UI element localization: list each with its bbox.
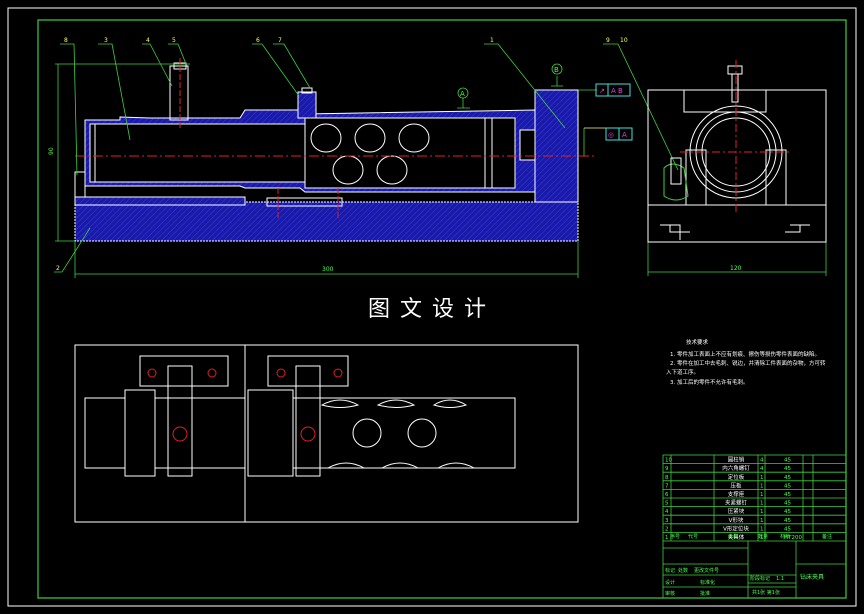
part-no: 5	[665, 501, 669, 507]
balloon-2: 2	[56, 265, 60, 272]
part-name: 夹紧螺钉	[725, 499, 748, 507]
part-no: 2	[665, 526, 669, 532]
balloon-4: 4	[146, 37, 150, 44]
tech-req-line: 1. 零件加工表面上不应有划痕、擦伤等损伤零件表面的缺陷。	[670, 350, 820, 358]
part-name: V形定位块	[723, 524, 749, 532]
part-mat: 45	[784, 483, 791, 489]
part-no: 7	[665, 483, 669, 489]
part-qty: 1	[760, 501, 764, 507]
parts-row: 5 夹紧螺钉 1 45	[665, 499, 791, 507]
cad-drawing: 8 3 4 5 6 7 1 9 10 2 A B 90 300 120 ↗ A …	[7, 7, 857, 607]
label-change-doc: 更改文件号	[694, 567, 719, 574]
parts-row: 8 定位板 1 45	[665, 473, 791, 481]
concentricity-symbol: ◎	[608, 131, 614, 139]
part-qty: 1	[760, 475, 764, 481]
technical-requirements: 技术要求 1. 零件加工表面上不应有划痕、擦伤等损伤零件表面的缺陷。 2. 零件…	[666, 338, 826, 386]
part-name: V形块	[729, 516, 744, 524]
part-mat: 45	[784, 501, 791, 507]
part-no: 9	[665, 466, 669, 472]
sheet-info: 共1张 第1张	[752, 589, 780, 596]
scale-value: 1:1	[776, 576, 784, 582]
tech-req-heading: 技术要求	[686, 338, 709, 346]
part-mat: 45	[784, 466, 791, 472]
label-stage: 阶段标记	[750, 575, 770, 582]
part-no: 8	[665, 475, 669, 481]
dim-length: 300	[322, 266, 334, 273]
part-no: 10	[665, 458, 672, 464]
drawing-title: 图文设计	[368, 297, 496, 322]
part-mat: 45	[784, 509, 791, 515]
part-qty: 1	[760, 526, 764, 532]
label-design: 设计	[665, 579, 675, 586]
part-mat: 45	[784, 492, 791, 498]
balloon-8: 8	[64, 37, 68, 44]
part-name: 压紧块	[728, 507, 745, 515]
tech-req-line: 3. 加工后的零件不允许有毛刺。	[670, 378, 749, 386]
tech-req-line: 入下道工序。	[666, 368, 699, 376]
part-no: 4	[665, 509, 669, 515]
parts-row: 2 V形定位块 1 45	[665, 524, 791, 532]
tech-req-line: 2. 零件在加工中去毛刺、锐边，并清除工件表面的杂物，方可转	[670, 359, 826, 367]
runout-datum: A B	[611, 87, 623, 95]
balloon-6: 6	[256, 37, 260, 44]
dim-side-width: 120	[730, 265, 742, 272]
part-no: 6	[665, 492, 669, 498]
datum-a: A	[460, 90, 465, 98]
balloon-1: 1	[490, 37, 494, 44]
part-qty: 1	[760, 509, 764, 515]
side-view	[647, 60, 827, 243]
drawing-name: 钻床夹具	[800, 573, 824, 581]
parts-row: 9 内六角螺钉 4 45	[665, 464, 791, 472]
part-qty: 4	[760, 458, 764, 464]
parts-row: 3 V形块 1 45	[665, 516, 791, 524]
part-name: 定位板	[728, 473, 745, 481]
part-no: 3	[665, 518, 669, 524]
parts-row: 10 圆柱销 4 45	[665, 456, 791, 464]
part-name: 圆柱销	[728, 456, 745, 464]
datum-b: B	[554, 66, 559, 74]
front-view	[74, 58, 595, 242]
part-qty: 1	[760, 483, 764, 489]
header-qty: 数量	[758, 533, 768, 540]
parts-row: 7 压板 1 45	[665, 481, 791, 489]
part-qty: 1	[760, 492, 764, 498]
part-mat: 45	[784, 518, 791, 524]
parts-row: 6 支撑座 1 45	[665, 490, 791, 498]
top-view	[74, 344, 579, 523]
header-no: 序号	[670, 533, 680, 540]
part-mat: 45	[784, 526, 791, 532]
title-block-text: 序号 代号 名称 数量 材料 备注 标记 处数 更改文件号 设计 标准化 审核 …	[665, 533, 832, 597]
dim-height: 90	[48, 147, 55, 155]
balloon-7: 7	[278, 37, 282, 44]
label-mark: 标记	[665, 567, 675, 574]
header-code: 代号	[688, 533, 698, 540]
parts-row: 4 压紧块 1 45	[665, 507, 791, 515]
part-mat: 45	[784, 458, 791, 464]
part-name: 内六角螺钉	[722, 464, 750, 472]
label-approve: 批准	[700, 590, 710, 597]
label-count: 处数	[678, 567, 688, 574]
balloon-9: 9	[606, 37, 610, 44]
balloon-10: 10	[620, 37, 628, 44]
label-standard: 标准化	[700, 579, 715, 586]
part-name: 支撑座	[728, 490, 745, 498]
concentricity-datum: A	[622, 131, 627, 139]
header-material: 材料	[780, 533, 790, 540]
runout-symbol: ↗	[599, 87, 605, 95]
part-qty: 4	[760, 466, 764, 472]
header-name: 名称	[728, 533, 738, 540]
label-review: 审核	[665, 590, 675, 597]
part-name: 压板	[730, 481, 742, 489]
part-qty: 1	[760, 518, 764, 524]
part-mat: 45	[784, 475, 791, 481]
balloon-3: 3	[104, 37, 108, 44]
balloon-5: 5	[172, 37, 176, 44]
header-remark: 备注	[822, 533, 832, 540]
tolerance-frames: ↗ A B ◎ A	[595, 83, 633, 141]
part-no: 1	[665, 535, 669, 541]
